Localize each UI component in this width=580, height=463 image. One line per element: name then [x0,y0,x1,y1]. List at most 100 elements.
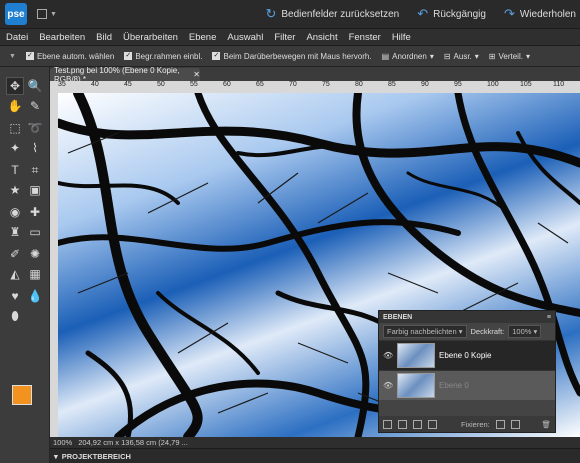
opacity-label: Deckkraft: [470,327,505,336]
move-tool-icon[interactable]: ✥ [6,77,24,95]
crop-tool-icon[interactable]: ⌗ [26,161,44,179]
shape-tool-icon[interactable]: ★ [6,181,24,199]
foreground-color-swatch[interactable] [12,385,32,405]
menu-ebene[interactable]: Ebene [189,32,216,43]
ruler-tick: 50 [157,81,165,88]
menu-filter[interactable]: Filter [274,32,295,43]
menu-bild[interactable]: Bild [96,32,112,43]
distribute-dropdown[interactable]: ⊞ Verteil. ▾ [489,52,530,61]
adjustment-layer-icon[interactable] [413,419,422,429]
chevron-down-icon: ▾ [525,51,530,61]
menu-fenster[interactable]: Fenster [349,32,381,43]
eyedropper-tool-icon[interactable]: ✎ [26,97,44,115]
layer-row[interactable]: 👁 Ebene 0 [379,370,555,400]
auto-select-checkbox[interactable]: ✓ Ebene autom. wählen [25,52,114,61]
arrange-dropdown[interactable]: ▤ Anordnen ▾ [382,52,434,61]
text-tool-icon[interactable]: T [6,161,24,179]
marquee-tool-icon[interactable]: ⬚ [6,119,24,137]
ruler-tick: 110 [553,81,565,88]
menu-hilfe[interactable]: Hilfe [392,32,411,43]
red-eye-tool-icon[interactable]: ◉ [6,203,24,221]
lock-all-icon[interactable] [510,419,520,429]
ruler-top: 35 40 45 50 55 60 65 70 75 80 85 90 95 1… [50,81,580,93]
chevron-down-icon[interactable]: ▼ [50,11,57,18]
ruler-tick: 60 [223,81,231,88]
lock-transparency-icon[interactable] [495,419,505,429]
document-dimensions: 204,92 cm x 136,58 cm (24,79 ... [78,438,188,447]
ruler-tick: 100 [487,81,499,88]
layer-thumbnail [397,373,435,398]
ruler-tick: 40 [91,81,99,88]
layer-name: Ebene 0 Kopie [439,351,492,360]
layers-panel: EBENEN ≡ Farbig nachbelichten ▾ Deckkraf… [378,310,556,433]
gradient-tool-icon[interactable]: ▦ [26,265,44,283]
hand-tool-icon[interactable]: ✋ [6,97,24,115]
ruler-tick: 90 [421,81,429,88]
reset-panels-button[interactable]: ↻ Bedienfelder zurücksetzen [265,6,399,22]
magic-wand-tool-icon[interactable]: ✦ [6,139,24,157]
menu-datei[interactable]: Datei [6,32,28,43]
toolbox: ✥ 🔍 ✋ ✎ ⬚ ➰ ✦ ⌇ T ⌗ ★ ▣ ◉ ✚ ♜ ▭ ✐ ✺ ◭ ▦ … [0,67,50,463]
layers-footer: Fixieren: 🗑 [379,416,555,432]
eye-icon[interactable]: 👁 [383,351,393,360]
workspace-grid-icon[interactable] [37,9,47,19]
undo-icon: ↶ [417,6,429,21]
zoom-tool-icon[interactable]: 🔍 [26,77,44,95]
custom-shape-tool-icon[interactable]: ♥ [6,287,24,305]
close-icon[interactable]: ✕ [193,70,200,79]
trash-icon[interactable]: 🗑 [541,420,551,429]
redo-icon: ↷ [503,6,515,21]
tool-options-bar: ▼ ✓ Ebene autom. wählen ✓ Begr.rahmen ei… [0,46,580,67]
sponge-tool-icon[interactable]: ⬮ [6,307,24,325]
redo-button[interactable]: ↷ Wiederholen [504,6,576,22]
brush-tool-icon[interactable]: ✐ [6,245,24,263]
app-logo: pse [5,3,27,25]
smart-brush-tool-icon[interactable]: ✺ [26,245,44,263]
ruler-tick: 45 [124,81,132,88]
menu-bearbeiten[interactable]: Bearbeiten [39,32,85,43]
recompose-tool-icon[interactable]: ▣ [26,181,44,199]
tool-preset-dropdown[interactable]: ▼ [9,53,16,60]
layer-thumbnail [397,343,435,368]
show-bbox-checkbox[interactable]: ✓ Begr.rahmen einbl. [124,52,202,61]
lasso-tool-icon[interactable]: ➰ [26,119,44,137]
quick-selection-tool-icon[interactable]: ⌇ [26,139,44,157]
menu-bar: Datei Bearbeiten Bild Überarbeiten Ebene… [0,29,580,46]
top-bar: pse ▼ ↻ Bedienfelder zurücksetzen ↶ Rück… [0,0,580,29]
project-area-bar[interactable]: ▾ PROJEKTBEREICH [50,448,580,463]
layers-controls: Farbig nachbelichten ▾ Deckkraft: 100% ▾ [379,323,555,340]
paint-bucket-tool-icon[interactable]: ◭ [6,265,24,283]
undo-button[interactable]: ↶ Rückgängig [417,6,486,22]
layer-row[interactable]: 👁 Ebene 0 Kopie [379,340,555,370]
blur-tool-icon[interactable]: 💧 [26,287,44,305]
hover-highlight-checkbox[interactable]: ✓ Beim Darüberbewegen mit Maus hervorh. [212,52,372,61]
layer-mask-icon[interactable] [428,419,437,429]
new-group-icon[interactable] [398,419,407,429]
menu-ueberarbeiten[interactable]: Überarbeiten [123,32,178,43]
zoom-level[interactable]: 100% [53,438,72,447]
ruler-tick: 105 [520,81,532,88]
blend-mode-select[interactable]: Farbig nachbelichten ▾ [383,325,467,338]
align-dropdown[interactable]: ⊟ Ausr. ▾ [444,52,479,61]
menu-ansicht[interactable]: Ansicht [306,32,337,43]
ruler-tick: 35 [58,81,66,88]
opacity-input[interactable]: 100% ▾ [508,325,542,338]
healing-brush-tool-icon[interactable]: ✚ [26,203,44,221]
document-tab[interactable]: Test.png bei 100% (Ebene 0 Kopie, RGB/8)… [50,66,200,84]
chevron-down-icon: ▾ [474,51,479,61]
layers-panel-header: EBENEN ≡ [379,311,555,323]
panel-menu-icon[interactable]: ≡ [547,314,551,321]
chevron-down-icon[interactable]: ▾ [54,452,58,461]
new-layer-icon[interactable] [383,419,392,429]
project-area-label: PROJEKTBEREICH [61,451,131,461]
checkmark-icon: ✓ [25,52,34,60]
eye-icon[interactable]: 👁 [383,381,393,390]
menu-auswahl[interactable]: Auswahl [227,32,263,43]
layer-name: Ebene 0 [439,381,469,390]
ruler-tick: 85 [388,81,396,88]
ruler-tick: 75 [322,81,330,88]
eraser-tool-icon[interactable]: ▭ [26,223,44,241]
clone-stamp-tool-icon[interactable]: ♜ [6,223,24,241]
reset-icon: ↻ [265,6,277,21]
ruler-tick: 65 [256,81,264,88]
